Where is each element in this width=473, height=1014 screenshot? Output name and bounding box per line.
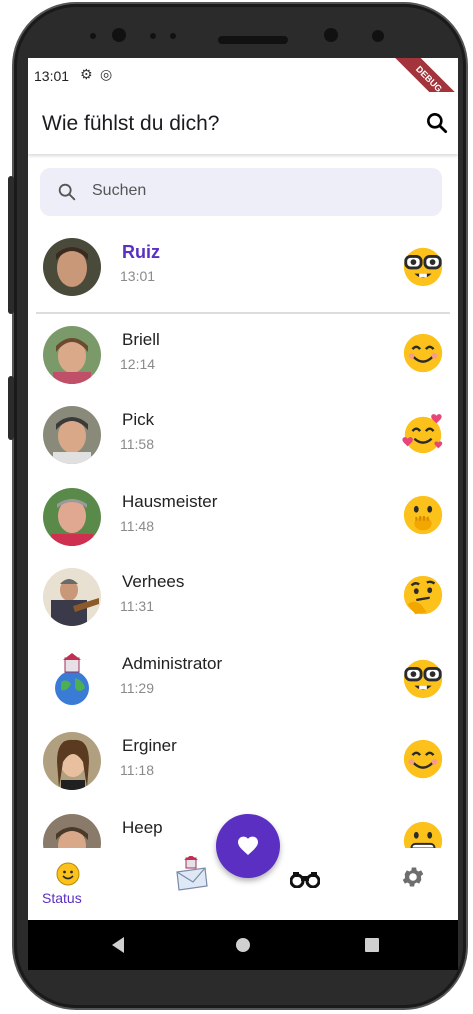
sensor [170, 33, 176, 39]
binoculars-icon [290, 872, 320, 888]
nav-status-label: Status [42, 890, 82, 906]
status-time: 11:29 [120, 680, 154, 696]
smiley-icon [56, 862, 80, 886]
contact-name: Hausmeister [122, 492, 218, 511]
list-item[interactable]: Pick 11:58 [28, 396, 458, 476]
nav-mail-button[interactable] [160, 848, 220, 920]
power-button [8, 376, 14, 440]
avatar [43, 488, 101, 546]
list-item[interactable]: Hausmeister 11:48 [28, 478, 458, 558]
earpiece-speaker [218, 36, 288, 44]
back-icon[interactable] [110, 936, 126, 954]
heart-icon [238, 836, 258, 855]
face-with-hand-over-mouth-emoji [403, 495, 443, 535]
nerd-face-emoji [403, 659, 443, 699]
proximity-sensor [324, 28, 338, 42]
sync-status-icon: ◎ [100, 66, 113, 82]
nav-status-button[interactable]: Status [28, 848, 108, 920]
home-icon[interactable] [234, 936, 252, 954]
avatar [43, 406, 101, 464]
nav-explore-button[interactable] [274, 848, 334, 920]
nav-settings-button[interactable] [384, 848, 444, 920]
app-bar: Wie fühlst du dich? [28, 92, 458, 154]
list-item[interactable]: Verhees 11:31 [28, 558, 458, 638]
heart-fab-button[interactable] [216, 814, 280, 878]
my-status-row[interactable]: Ruiz 13:01 [28, 228, 458, 308]
status-time: 11:48 [120, 518, 154, 534]
status-time: 11:18 [120, 762, 154, 778]
smiling-face-with-hearts-emoji [402, 414, 443, 454]
search-icon[interactable] [424, 110, 450, 136]
search-placeholder: Suchen [92, 182, 147, 199]
status-time: 12:14 [120, 356, 156, 372]
list-item[interactable]: Briell 12:14 [28, 316, 458, 396]
smiling-face-emoji [403, 333, 443, 373]
list-item[interactable]: Administrator 11:29 [28, 640, 458, 720]
contact-name: Administrator [122, 654, 223, 673]
contact-name: Ruiz [122, 242, 160, 262]
avatar [43, 238, 101, 296]
gear-icon [402, 867, 424, 887]
status-time: 13:01 [34, 68, 70, 84]
mail-icon [176, 856, 208, 891]
avatar [43, 650, 101, 708]
app-screen: 13:01 ⚙ ◎ DEBUG Wie fühlst du dich? Such… [28, 58, 458, 920]
thinking-face-emoji [403, 575, 443, 615]
system-navigation-bar [28, 920, 458, 970]
volume-button [8, 176, 14, 314]
status-bar: 13:01 ⚙ ◎ DEBUG [28, 58, 458, 125]
sensor [90, 33, 96, 39]
contact-name: Briell [122, 330, 160, 349]
sensor [372, 30, 384, 42]
contact-name: Erginer [122, 736, 177, 755]
status-time: 13:01 [120, 268, 156, 284]
contact-name: Heep [122, 818, 163, 837]
divider [36, 312, 450, 314]
sensor [150, 33, 156, 39]
search-icon [58, 183, 76, 201]
status-time: 11:31 [120, 598, 154, 614]
avatar [43, 732, 101, 790]
nerd-face-emoji [403, 247, 443, 287]
contact-name: Verhees [122, 572, 185, 591]
settings-status-icon: ⚙ [80, 66, 93, 82]
page-title: Wie fühlst du dich? [42, 112, 220, 135]
list-item[interactable]: Erginer 11:18 [28, 722, 458, 802]
front-camera [112, 28, 126, 42]
search-input[interactable]: Suchen [40, 168, 442, 216]
avatar [43, 326, 101, 384]
avatar [43, 568, 101, 626]
status-time: 11:58 [120, 436, 154, 452]
smiling-face-emoji [403, 739, 443, 779]
recents-icon[interactable] [364, 937, 380, 953]
contact-name: Pick [122, 410, 155, 429]
